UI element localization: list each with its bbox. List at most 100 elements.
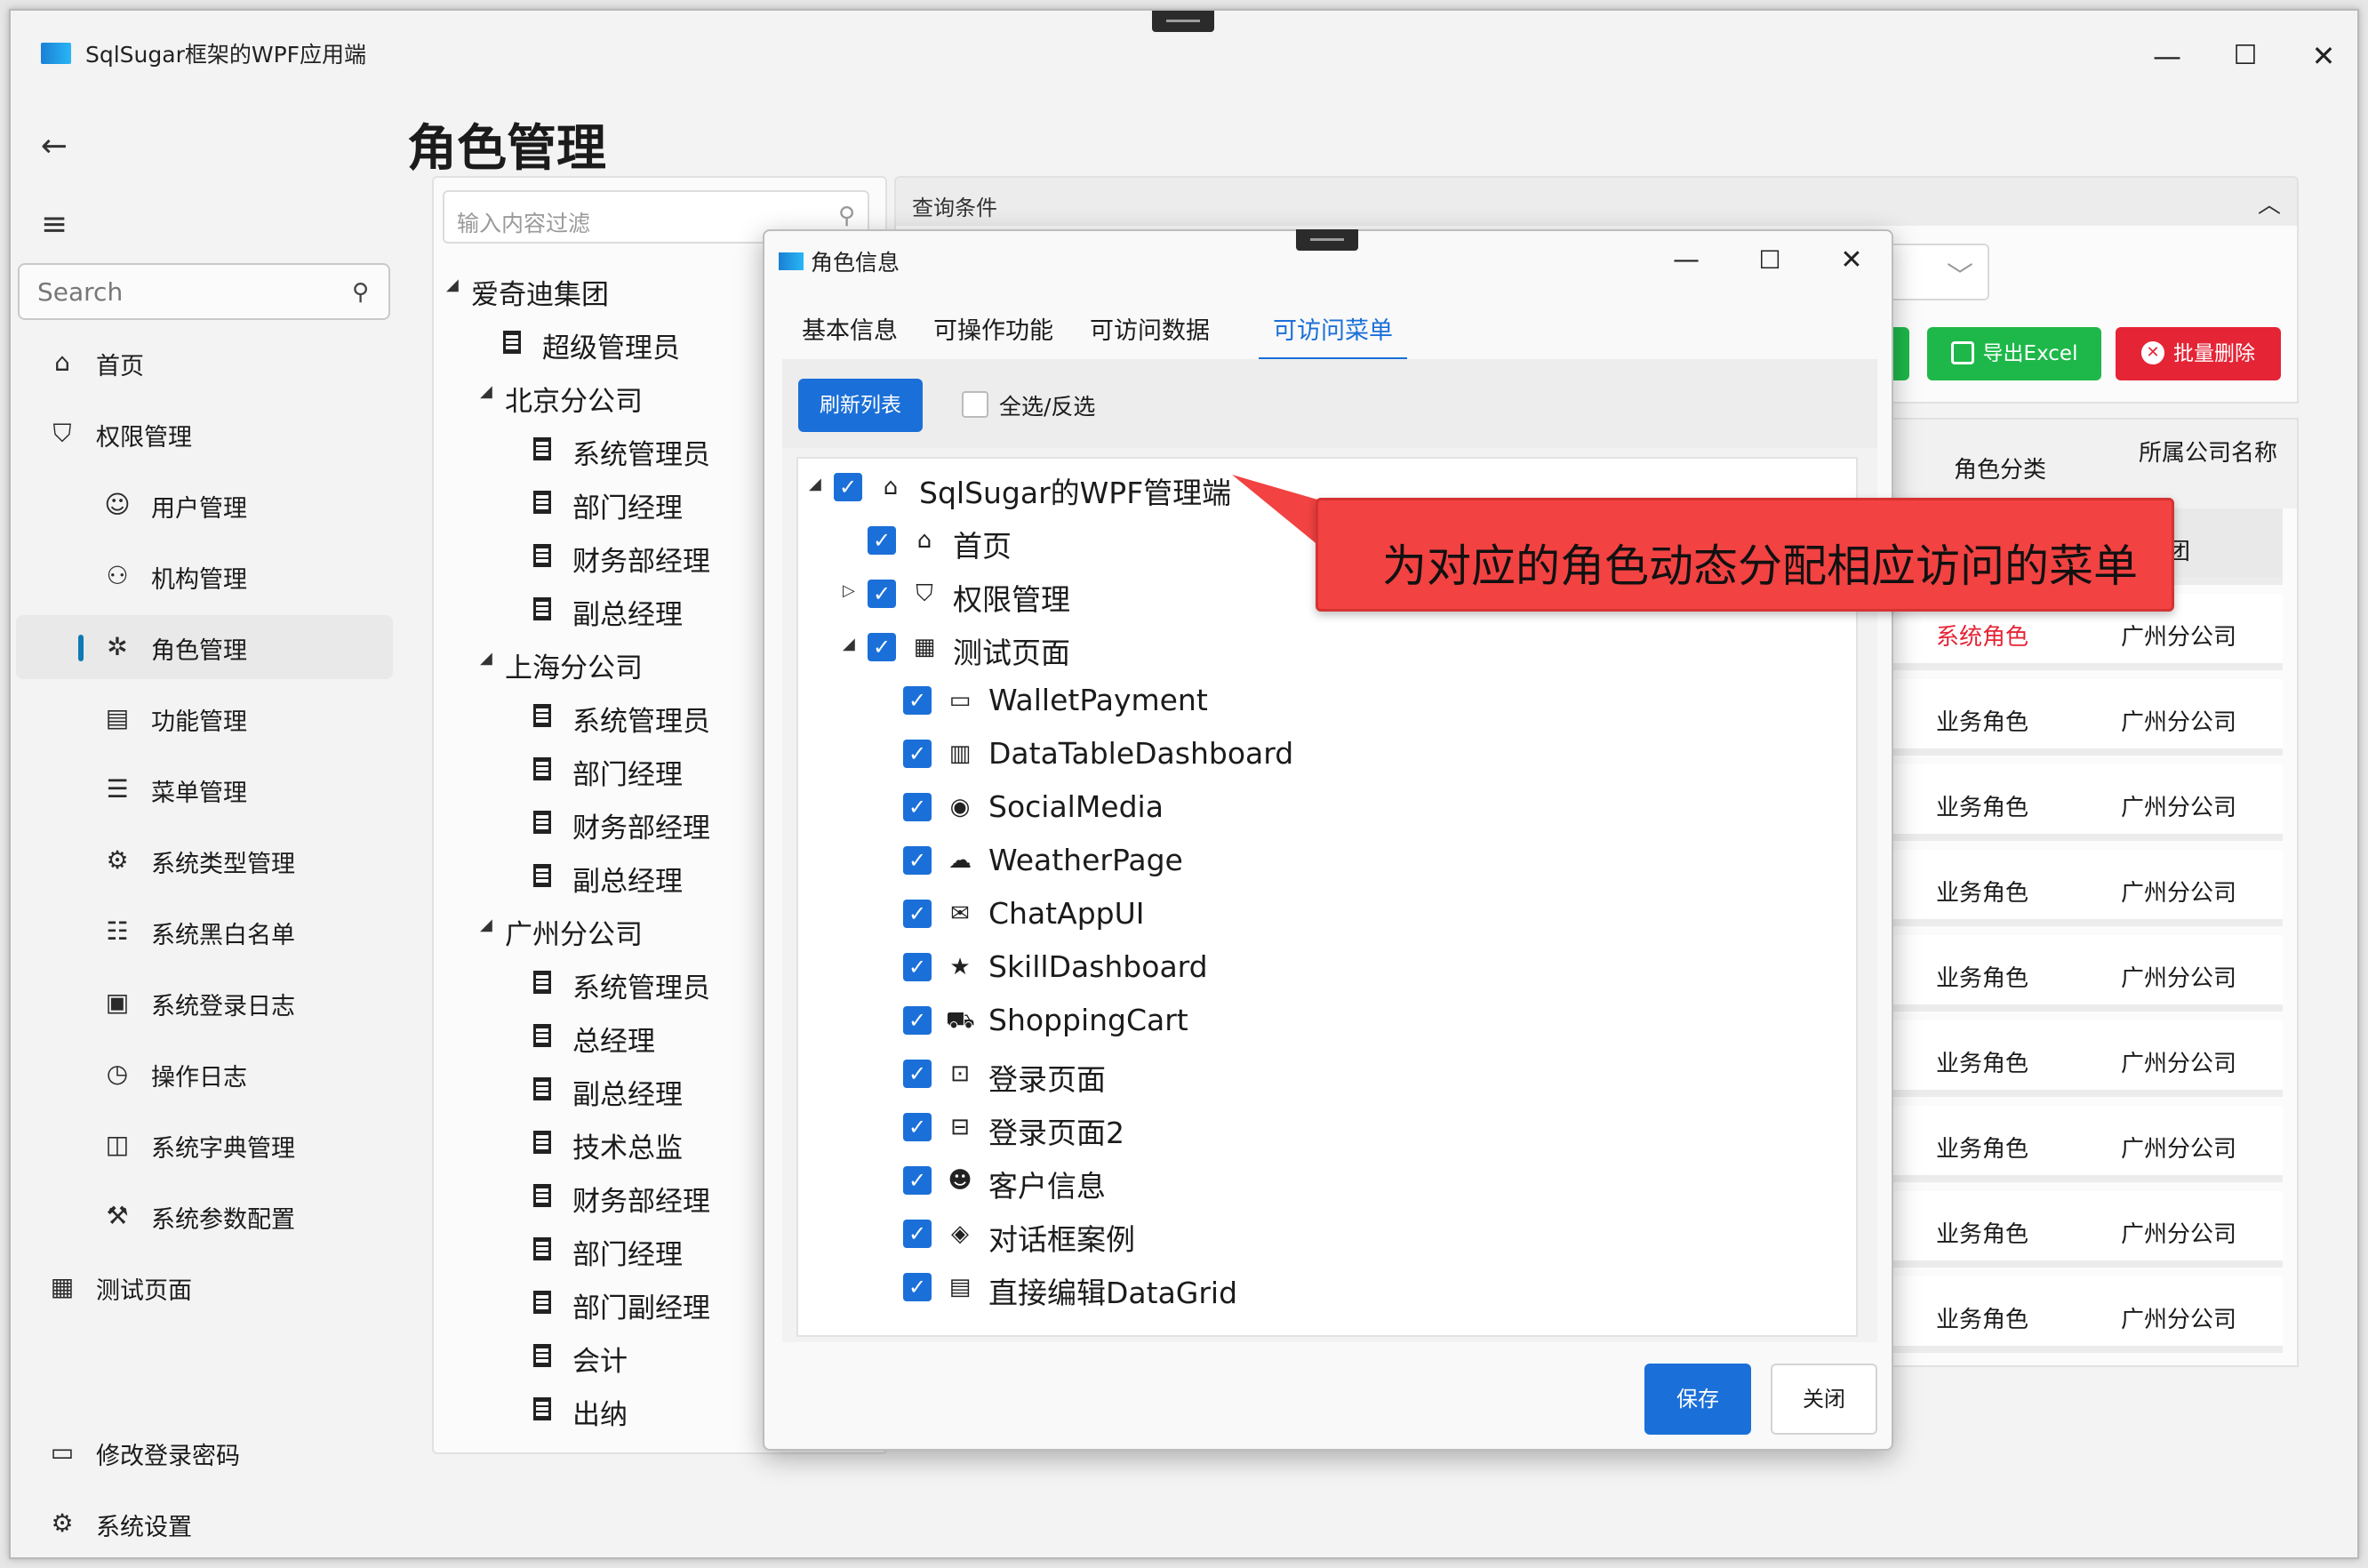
close-button[interactable]: 关闭 (1771, 1364, 1877, 1435)
chevron-up-icon[interactable]: ︿ (2258, 187, 2281, 220)
menu-item-label: 权限管理 (953, 582, 1070, 617)
expand-arrow-icon[interactable]: ◢ (843, 635, 855, 653)
expand-arrow-icon[interactable]: ◢ (480, 916, 492, 934)
function-icon: ▤ (105, 703, 130, 732)
menu-item-checkbox[interactable]: ✓ (903, 1006, 932, 1035)
sidebar-item[interactable]: ◷ 操作日志 (16, 1042, 393, 1106)
select-all-checkbox[interactable] (962, 391, 988, 418)
collapse-arrow-icon[interactable]: ▷ (843, 581, 855, 600)
sidebar-item[interactable]: ▦ 测试页面 (16, 1255, 393, 1319)
menu-tree-item[interactable]: ✓ ▤ 直接编辑DataGrid (798, 1260, 1847, 1314)
menu-item-checkbox[interactable]: ✓ (903, 1113, 932, 1141)
tab-operable-functions[interactable]: 可操作功能 (933, 311, 1053, 361)
sidebar-item-label: 菜单管理 (151, 780, 247, 807)
password-icon: ▭ (50, 1437, 75, 1467)
menu-tree-item[interactable]: ✓ ✉ ChatAppUI (798, 887, 1847, 940)
tab-basic-info[interactable]: 基本信息 (802, 311, 898, 361)
menu-tree-item[interactable]: ✓ ★ SkillDashboard (798, 940, 1847, 994)
close-icon[interactable]: ✕ (2297, 34, 2350, 78)
role-node-icon (533, 971, 551, 994)
menu-tree-item[interactable]: ✓ ◉ SocialMedia (798, 780, 1847, 834)
menu-tree-item[interactable]: ✓ ◈ 对话框案例 (798, 1207, 1847, 1260)
sidebar-item[interactable]: ⚙ 系统类型管理 (16, 828, 393, 892)
minimize-icon[interactable]: — (1664, 240, 1708, 281)
search-placeholder: Search (37, 277, 124, 307)
batch-delete-label: 批量删除 (2173, 342, 2255, 365)
sidebar-item[interactable]: ☰ 菜单管理 (16, 757, 393, 821)
maximize-icon[interactable]: ☐ (2219, 34, 2272, 78)
tree-node-label: 北京分公司 (505, 386, 643, 418)
role-node-icon (533, 437, 551, 460)
save-button[interactable]: 保存 (1644, 1364, 1751, 1435)
query-header[interactable]: 查询条件 ︿ (894, 176, 2299, 228)
hamburger-menu-icon[interactable]: ≡ (30, 201, 78, 249)
sidebar-item[interactable]: ⛉ 权限管理 (16, 402, 393, 466)
company-cell: 广州分公司 (2121, 1136, 2237, 1163)
company-cell: 广州分公司 (2121, 709, 2237, 736)
menu-tree-item[interactable]: ✓ ⊡ 登录页面 (798, 1047, 1847, 1100)
menu-item-checkbox[interactable]: ✓ (903, 900, 932, 928)
menu-item-checkbox[interactable]: ✓ (903, 740, 932, 768)
back-arrow-icon[interactable]: ← (30, 123, 78, 171)
select-all-label[interactable]: 全选/反选 (999, 389, 1095, 421)
menu-item-checkbox[interactable]: ✓ (903, 793, 932, 821)
company-cell: 广州分公司 (2121, 1221, 2237, 1248)
sidebar-item-label: 系统设置 (96, 1514, 192, 1541)
expand-arrow-icon[interactable]: ◢ (480, 382, 492, 401)
role-node-icon (533, 491, 551, 514)
sidebar-item[interactable]: ▤ 功能管理 (16, 686, 393, 750)
menu-tree-item[interactable]: ✓ ⛟ ShoppingCart (798, 994, 1847, 1047)
role-node-icon (533, 1344, 551, 1367)
menu-tree-item[interactable]: ✓ ▭ WalletPayment (798, 674, 1847, 727)
sidebar-item[interactable]: ⚇ 机构管理 (16, 544, 393, 608)
menu-item-checkbox[interactable]: ✓ (868, 526, 896, 555)
menu-tree-item[interactable]: ✓ ☻ 客户信息 (798, 1154, 1847, 1207)
sidebar-footer-item[interactable]: ▭ 修改登录密码 (16, 1420, 393, 1484)
maximize-icon[interactable]: ☐ (1748, 240, 1792, 281)
menu-item-checkbox[interactable]: ✓ (903, 1273, 932, 1301)
sidebar-footer-item[interactable]: ⚙ 系统设置 (16, 1492, 393, 1556)
sidebar-item[interactable]: ◫ 系统字典管理 (16, 1113, 393, 1177)
menu-item-checkbox[interactable]: ✓ (834, 473, 862, 501)
batch-delete-button[interactable]: ✕ 批量删除 (2116, 327, 2281, 380)
sidebar-item[interactable]: ☺ 用户管理 (16, 473, 393, 537)
menu-item-checkbox[interactable]: ✓ (868, 580, 896, 608)
role-node-icon (533, 1077, 551, 1100)
tab-accessible-menus[interactable]: 可访问菜单 (1259, 311, 1407, 361)
menu-item-checkbox[interactable]: ✓ (903, 1060, 932, 1088)
menu-item-checkbox[interactable]: ✓ (868, 633, 896, 661)
menu-tree-item[interactable]: ✓ ▥ DataTableDashboard (798, 727, 1847, 780)
sidebar-item[interactable]: ☷ 系统黑白名单 (16, 900, 393, 964)
expand-arrow-icon[interactable]: ◢ (809, 475, 821, 493)
dialog-drag-handle[interactable] (1296, 229, 1358, 251)
menu-item-checkbox[interactable]: ✓ (903, 1220, 932, 1248)
sidebar-item[interactable]: ▣ 系统登录日志 (16, 971, 393, 1035)
close-icon[interactable]: ✕ (1829, 240, 1874, 281)
menu-item-checkbox[interactable]: ✓ (903, 953, 932, 981)
menu-tree-item[interactable]: ◢ ✓ ▦ 测试页面 (798, 620, 1847, 674)
company-cell: 广州分公司 (2121, 880, 2237, 907)
sidebar-item[interactable]: ⌂ 首页 (16, 331, 393, 395)
menu-item-checkbox[interactable]: ✓ (903, 846, 932, 875)
minimize-icon[interactable]: — (2140, 34, 2194, 78)
refresh-list-button[interactable]: 刷新列表 (798, 379, 923, 432)
role-node-icon (533, 811, 551, 834)
tab-accessible-data[interactable]: 可访问数据 (1090, 311, 1210, 361)
sidebar-item[interactable]: ⚒ 系统参数配置 (16, 1184, 393, 1248)
menu-tree-item[interactable]: ✓ ⊟ 登录页面2 (798, 1100, 1847, 1154)
menu-tree-item[interactable]: ✓ ☁ WeatherPage (798, 834, 1847, 887)
column-header-company[interactable]: 所属公司名称 (2139, 437, 2281, 469)
sidebar-search-box[interactable]: Search ⚲ (18, 263, 390, 320)
sidebar-item-label: 角色管理 (151, 637, 247, 665)
search-icon[interactable]: ⚲ (838, 203, 855, 229)
expand-arrow-icon[interactable]: ◢ (480, 649, 492, 668)
menu-item-checkbox[interactable]: ✓ (903, 686, 932, 715)
column-header-category[interactable]: 角色分类 (1954, 452, 2046, 484)
expand-arrow-icon[interactable]: ◢ (446, 276, 459, 294)
dialog-toolbar: 刷新列表 全选/反选 (782, 359, 1877, 448)
export-excel-button[interactable]: 导出Excel (1927, 327, 2101, 380)
menu-item-checkbox[interactable]: ✓ (903, 1166, 932, 1195)
sidebar-item[interactable]: ✲ 角色管理 (16, 615, 393, 679)
search-icon[interactable]: ⚲ (352, 279, 369, 306)
shield-icon: ⛉ (916, 580, 933, 607)
